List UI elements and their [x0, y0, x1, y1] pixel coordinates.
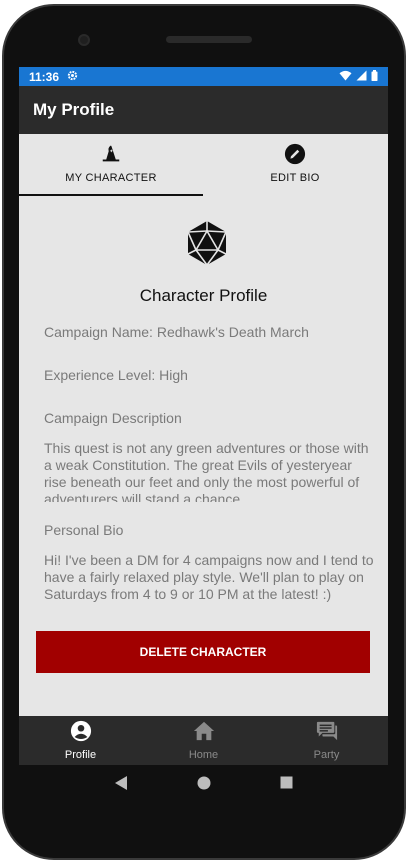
nav-label-home: Home: [188, 749, 219, 761]
tab-my-character-label: MY CHARACTER: [65, 172, 157, 184]
cell-signal-icon: [356, 70, 367, 84]
status-time: 11:36: [29, 69, 60, 84]
delete-character-button[interactable]: DELETE CHARACTER: [36, 631, 370, 673]
tab-edit-bio[interactable]: EDIT BIO: [203, 134, 387, 197]
earpiece-speaker: [166, 36, 252, 43]
app-screen: 11:36 My Profile MY CHARACTER EDIT BIO C…: [19, 67, 388, 765]
account-circle-icon: [70, 720, 92, 747]
tab-bar: MY CHARACTER EDIT BIO: [19, 134, 388, 197]
settings-gear-icon: [67, 70, 78, 84]
wizard-hat-icon: [100, 143, 122, 165]
nav-item-party[interactable]: Party: [265, 716, 388, 765]
wifi-icon: [339, 70, 352, 84]
system-navigation-bar: [19, 765, 388, 805]
home-circle-icon[interactable]: [197, 776, 211, 795]
page-title: My Profile: [33, 100, 115, 119]
app-bar: My Profile: [19, 86, 388, 134]
recents-square-icon[interactable]: [280, 776, 293, 794]
bottom-navigation: Profile Home Party: [19, 716, 388, 765]
personal-bio-label: Personal Bio: [44, 522, 124, 538]
tab-edit-bio-label: EDIT BIO: [270, 172, 320, 184]
chat-bubbles-icon: [316, 720, 338, 747]
nav-label-party: Party: [313, 749, 340, 761]
experience-level-text: Experience Level: High: [44, 367, 188, 383]
selected-tab-indicator: [19, 194, 203, 196]
campaign-description-text[interactable]: This quest is not any green adventures o…: [44, 440, 374, 502]
status-bar: 11:36: [19, 67, 388, 86]
battery-icon: [371, 69, 378, 84]
pencil-circle-icon: [284, 143, 306, 165]
campaign-name-text: Campaign Name: Redhawk's Death March: [44, 324, 309, 340]
character-profile-heading: Character Profile: [139, 286, 268, 305]
tab-my-character[interactable]: MY CHARACTER: [19, 134, 203, 197]
personal-bio-text[interactable]: Hi! I've been a DM for 4 campaigns now a…: [44, 552, 374, 614]
home-icon: [193, 720, 215, 747]
back-triangle-icon[interactable]: [114, 775, 128, 796]
character-profile-panel: Character Profile Campaign Name: Redhawk…: [19, 197, 388, 716]
campaign-description-label: Campaign Description: [44, 410, 182, 426]
d20-dice-icon: [184, 220, 230, 266]
front-camera: [78, 34, 90, 46]
nav-label-profile: Profile: [64, 749, 97, 761]
nav-item-home[interactable]: Home: [142, 716, 265, 765]
nav-item-profile[interactable]: Profile: [19, 716, 142, 765]
